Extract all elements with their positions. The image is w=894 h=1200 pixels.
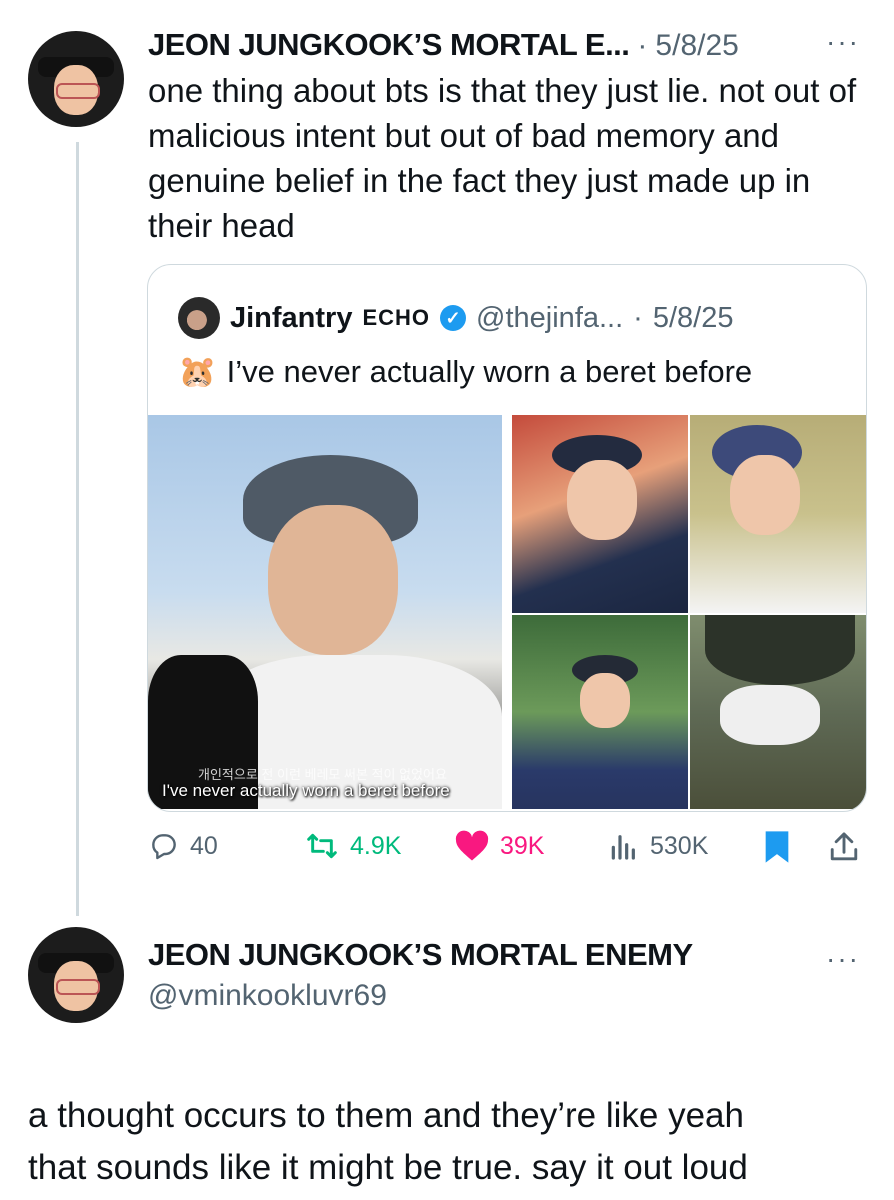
- quoted-tweet-header: Jinfantry ECHO ✓ @thejinfa... · 5/8/25: [178, 297, 733, 339]
- tweet-action-bar: 40 4.9K 39K 530K: [148, 828, 868, 868]
- hamster-emoji-icon: 🐹: [178, 354, 217, 389]
- header-separator: ·: [637, 29, 648, 62]
- share-icon: [830, 832, 858, 861]
- quoted-tweet-text: I’ve never actually worn a beret before: [226, 353, 753, 389]
- reply-more-options-icon[interactable]: ···: [826, 943, 860, 975]
- quoted-handle: @thejinfa...: [476, 301, 624, 334]
- reply-author-name[interactable]: JEON JUNGKOOK’S MORTAL ENEMY: [148, 937, 693, 973]
- views-button[interactable]: 530K: [608, 830, 708, 862]
- retweet-button[interactable]: 4.9K: [304, 830, 401, 862]
- reply-count: 40: [190, 831, 218, 860]
- tweet-header: JEON JUNGKOOK’S MORTAL E... · 5/8/25: [148, 27, 739, 63]
- share-button[interactable]: [828, 830, 860, 864]
- quoted-author-badge: ECHO: [362, 305, 431, 330]
- photo-2-face: [730, 455, 800, 535]
- reply-button[interactable]: 40: [148, 830, 218, 862]
- quoted-tweet-card[interactable]: Jinfantry ECHO ✓ @thejinfa... · 5/8/25 🐹…: [147, 264, 867, 812]
- reply-text-line-2: that sounds like it might be true. say i…: [28, 1148, 748, 1187]
- like-button[interactable]: 39K: [454, 830, 544, 862]
- verified-badge-icon: ✓: [440, 305, 467, 331]
- tweet-date[interactable]: 5/8/25: [655, 29, 738, 63]
- more-options-icon[interactable]: ···: [826, 26, 860, 58]
- quoted-separator: ·: [633, 301, 643, 334]
- quoted-author-name: Jinfantry: [230, 301, 353, 334]
- photo-4-beret: [705, 615, 855, 685]
- reply-text: a thought occurs to them and they’re lik…: [28, 1090, 748, 1194]
- reply-text-line-1: a thought occurs to them and they’re lik…: [28, 1096, 744, 1135]
- author-avatar[interactable]: [28, 31, 124, 127]
- quoted-author-avatar: [178, 297, 220, 339]
- reply-icon: [152, 834, 176, 860]
- quoted-tweet-text-row: 🐹 I’ve never actually worn a beret befor…: [178, 353, 752, 390]
- views-count: 530K: [650, 831, 709, 860]
- bookmark-icon: [765, 831, 789, 863]
- quoted-date: 5/8/25: [652, 301, 734, 334]
- bookmark-button[interactable]: [762, 830, 792, 864]
- retweet-count: 4.9K: [350, 831, 402, 860]
- person-face: [268, 505, 398, 655]
- video-thumbnail[interactable]: 개인적으로 전 이런 베레모 써본 적이 없었어요 I've never act…: [148, 415, 502, 809]
- photo-1[interactable]: [512, 415, 688, 613]
- reply-author-avatar[interactable]: [28, 927, 124, 1023]
- tweet-text: one thing about bts is that they just li…: [148, 72, 857, 244]
- photo-4[interactable]: [690, 615, 866, 809]
- reply-author-handle[interactable]: @vminkookluvr69: [148, 979, 387, 1013]
- views-icon: [611, 835, 635, 860]
- photo-1-face: [567, 460, 637, 540]
- like-count: 39K: [500, 831, 545, 860]
- video-subtitle: I've never actually worn a beret before: [162, 781, 450, 800]
- author-name[interactable]: JEON JUNGKOOK’S MORTAL E...: [148, 27, 630, 63]
- heart-icon: [455, 830, 489, 861]
- photo-2[interactable]: [690, 415, 866, 613]
- avatar-glasses: [56, 83, 100, 99]
- reply-avatar-glasses: [56, 979, 100, 995]
- thread-connector-line: [76, 142, 79, 916]
- photo-3-face: [580, 673, 630, 728]
- photo-4-mask: [720, 685, 820, 745]
- retweet-icon: [307, 833, 337, 859]
- photo-3[interactable]: [512, 615, 688, 809]
